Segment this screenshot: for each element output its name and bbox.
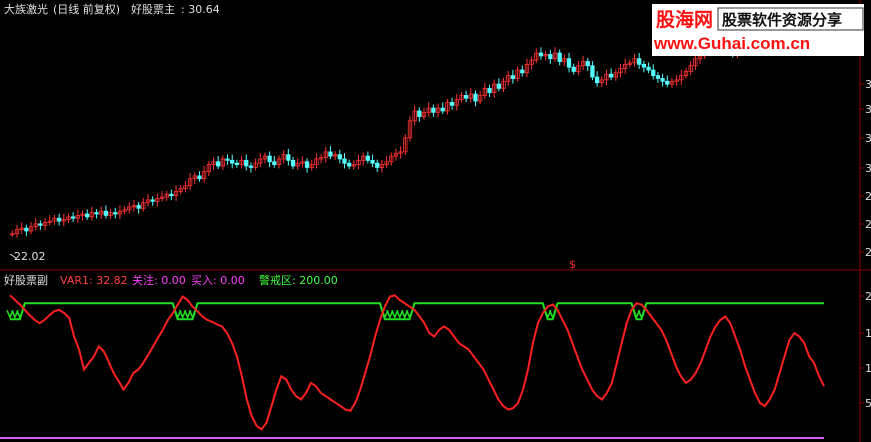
candle-body — [103, 210, 109, 216]
alert-arrow-marker — [548, 309, 557, 320]
watermark-slogan: 股票软件资源分享 — [722, 11, 842, 29]
candle-body — [510, 75, 516, 79]
candle-body — [216, 161, 221, 167]
candle-body — [375, 162, 380, 168]
low-price-annotation: 22.02 — [14, 250, 46, 263]
candle-body — [655, 75, 661, 79]
alert-arrow-marker — [16, 309, 24, 320]
candle-body — [267, 155, 272, 163]
var1-line — [9, 294, 825, 431]
candle-body — [225, 158, 230, 161]
stock-title: 大族激光 — [4, 2, 48, 16]
candle-body — [609, 73, 614, 78]
axis-tick-label: 3 — [865, 103, 871, 116]
candle-body — [463, 95, 469, 99]
axis-tick-label: 2 — [865, 290, 871, 303]
sub-right-axis: 2 1 1 5 — [860, 290, 871, 410]
candle-body — [85, 213, 90, 218]
candle-body — [286, 154, 291, 161]
watermark-url: www.Guhai.com.cn — [653, 34, 810, 53]
candle-body — [234, 162, 240, 165]
candle-body — [473, 93, 478, 102]
candle-body — [113, 212, 118, 215]
candle-body — [594, 76, 600, 84]
chart-canvas: 3 3 3 3 2 2 2 大族激光 (日线 前复权) 好股票主 : 30.64 22.02… — [0, 0, 871, 442]
candle-body — [230, 159, 235, 164]
candle-body — [660, 78, 665, 82]
candle-body — [272, 161, 277, 165]
alert-zone-line — [10, 302, 824, 321]
sub-indicator-lines — [9, 294, 825, 431]
candle-body — [71, 216, 76, 219]
candle-body — [585, 61, 590, 67]
main-right-axis: 3 3 3 3 2 2 2 — [860, 78, 871, 259]
candle-body — [150, 199, 155, 202]
alert-arrow-marker — [637, 309, 646, 320]
watermark-brand: 股海网 — [656, 8, 713, 31]
candle-body — [651, 69, 656, 77]
candle-body — [56, 217, 62, 222]
var1-label: VAR1: 32.82 — [60, 274, 128, 287]
candle-body — [244, 159, 249, 167]
candle-body — [590, 65, 595, 78]
sub-indicator-panel: 好股票副 VAR1: 32.82 关注: 0.00 买入: 0.00 警戒区: … — [0, 273, 871, 439]
alert-label: 警戒区: 200.00 — [259, 273, 338, 287]
main-indicator-value: : 30.64 — [181, 3, 220, 16]
sub-indicator-name: 好股票副 — [4, 273, 48, 287]
axis-tick-label: 3 — [865, 132, 871, 145]
axis-tick-label: 1 — [865, 362, 871, 375]
axis-tick-label: 2 — [865, 246, 871, 259]
candle-body — [665, 80, 670, 85]
period-label: (日线 前复权) — [53, 2, 120, 16]
candle-body — [290, 159, 296, 167]
candle-body — [538, 52, 544, 57]
axis-tick-label: 2 — [865, 190, 871, 203]
candle-body — [94, 212, 99, 215]
watermark-logo: 股海网 股票软件资源分享 www.Guhai.com.cn — [652, 4, 864, 56]
watch-label: 关注: 0.00 — [132, 273, 186, 287]
candle-body — [641, 63, 647, 68]
candle-body — [548, 54, 553, 60]
candle-body — [496, 83, 502, 89]
candle-body — [557, 52, 562, 62]
candle-body — [328, 151, 333, 157]
candle-body — [566, 58, 572, 68]
axis-tick-label: 1 — [865, 327, 871, 340]
candle-body — [248, 165, 254, 168]
main-price-panel: 3 3 3 3 2 2 2 — [0, 0, 871, 442]
candle-body — [646, 66, 651, 71]
candle-body — [431, 107, 436, 113]
main-indicator-name: 好股票主 — [131, 2, 175, 16]
candle-body — [197, 175, 202, 180]
axis-tick-label: 5 — [865, 397, 871, 410]
axis-tick-label: 3 — [865, 78, 871, 91]
alert-arrow-marker — [405, 309, 414, 320]
dollar-marker: $ — [569, 258, 576, 271]
candle-body — [365, 155, 371, 161]
candle-body — [136, 205, 141, 209]
candle-body — [169, 193, 174, 197]
candle-body — [347, 162, 352, 167]
candle-body — [370, 159, 375, 164]
candle-body — [571, 66, 576, 72]
axis-tick-label: 2 — [865, 218, 871, 231]
candle-body — [24, 227, 29, 232]
candle-body — [440, 107, 445, 112]
candle-body — [417, 110, 422, 117]
axis-tick-label: 3 — [865, 162, 871, 175]
candle-body — [337, 154, 342, 160]
candle-body — [637, 58, 642, 65]
candle-body — [304, 161, 310, 168]
candle-body — [487, 87, 492, 93]
candle-body — [520, 69, 525, 74]
candle-body — [342, 158, 347, 164]
alert-arrow-marker — [188, 309, 197, 320]
candle-body — [38, 223, 43, 226]
buy-label: 买入: 0.00 — [191, 274, 245, 287]
candle-body — [449, 102, 455, 106]
